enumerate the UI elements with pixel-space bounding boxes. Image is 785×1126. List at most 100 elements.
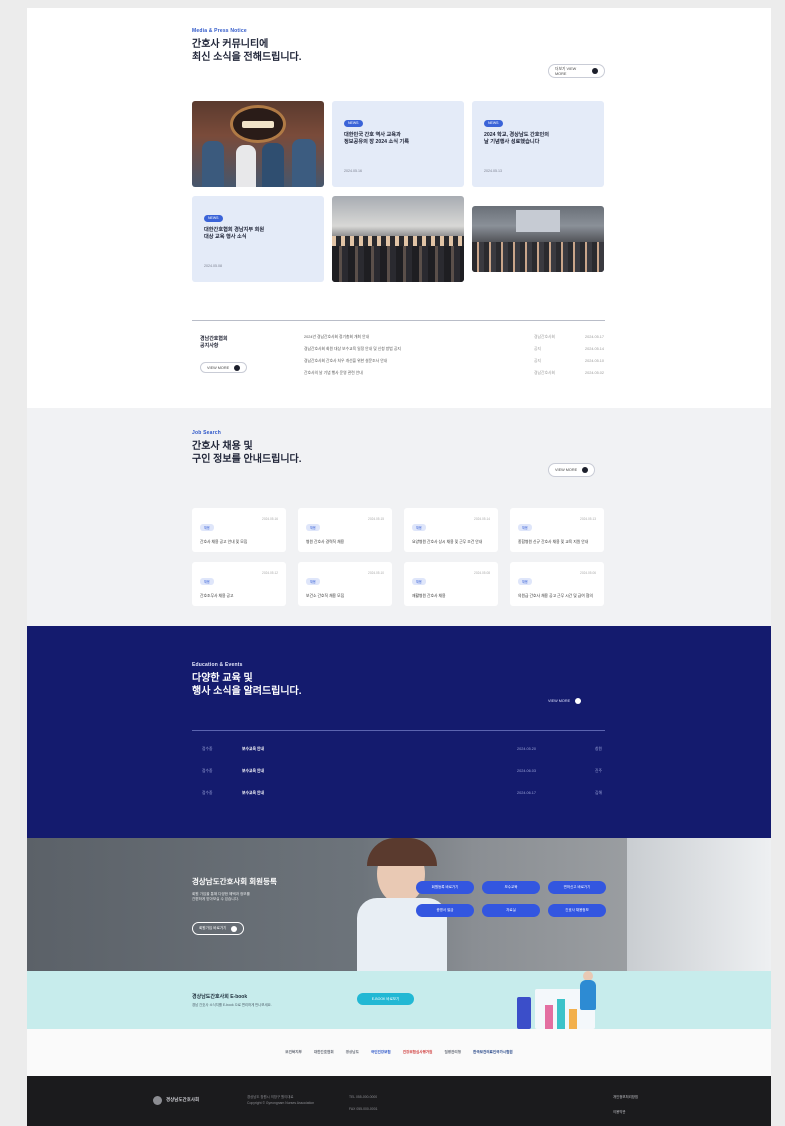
ebook-button[interactable]: E-BOOK 바로보기	[357, 993, 414, 1005]
event-place: 창원	[595, 746, 602, 751]
news-eyebrow: Media & Press Notice	[192, 28, 247, 34]
job-chip: 채용	[306, 578, 320, 585]
notice-row-date: 2024.05.10	[584, 359, 604, 363]
jobs-title-2: 구인 정보를 안내드립니다.	[192, 454, 302, 465]
news-chip: NEWS	[344, 119, 363, 127]
quick-link-button[interactable]: 면허신고 바로가기	[548, 881, 606, 894]
partner-logo[interactable]: 대한간호협회	[314, 1050, 334, 1055]
partner-logo[interactable]: 경상남도	[346, 1050, 359, 1055]
quick-link-button[interactable]: 자료실	[482, 904, 540, 917]
footer-link-privacy[interactable]: 개인정보처리방침	[613, 1095, 638, 1100]
events-more-button[interactable]: VIEW MORE	[548, 698, 582, 704]
notice-more-button[interactable]: VIEW MORE	[200, 362, 248, 373]
news-more-button[interactable]: 더보기 VIEW MORE	[548, 64, 605, 78]
job-card[interactable]: 채용 2024.05.15 병원 간호사 경력직 채용	[298, 508, 392, 552]
arrow-icon	[582, 467, 589, 473]
event-row[interactable]: 접수중 보수교육 안내 2024.06.17 김해	[202, 788, 602, 798]
job-date: 2024.05.12	[262, 571, 278, 575]
book-illustration	[517, 997, 531, 1029]
member-hero: 경상남도간호사회 회원등록 회원 가입을 통해 다양한 혜택과 정보를 간편하게…	[27, 838, 771, 971]
notice-row-date: 2024.05.14	[584, 347, 604, 351]
notice-row[interactable]: 경남간호사회 간호사 처우 개선을 위한 설문조사 안내 공지 2024.05.10	[304, 356, 604, 366]
partner-logo[interactable]: 질병관리청	[445, 1050, 462, 1055]
logo-icon	[153, 1096, 162, 1105]
event-row[interactable]: 접수중 보수교육 안내 2024.06.03 진주	[202, 766, 602, 776]
event-title: 보수교육 안내	[242, 768, 265, 773]
event-title: 보수교육 안내	[242, 790, 265, 795]
job-date: 2024.05.13	[580, 517, 596, 521]
job-chip: 채용	[412, 578, 426, 585]
quick-link-button[interactable]: 보수교육	[482, 881, 540, 894]
job-chip: 채용	[200, 578, 214, 585]
quick-link-button[interactable]: 회원등록 바로가기	[416, 881, 474, 894]
job-date: 2024.05.15	[368, 517, 384, 521]
job-title: 간호사 채용 공고 안내 및 모집	[200, 540, 248, 544]
partner-logo[interactable]: 한국보건의료인국가시험원	[473, 1050, 513, 1055]
footer-logo-text: 경상남도간호사회	[166, 1097, 200, 1102]
hero-cta-button[interactable]: 회원가입 바로가기	[192, 922, 245, 935]
job-chip: 채용	[518, 524, 532, 531]
news-card[interactable]: NEWS 2024 학교, 경상남도 간호인의 날 기념행사 성료했습니다 20…	[472, 101, 604, 187]
job-card[interactable]: 채용 2024.05.16 간호사 채용 공고 안내 및 모집	[192, 508, 286, 552]
job-card[interactable]: 채용 2024.05.06 의원급 간호사 채용 공고 근무 시간 및 급여 협의	[510, 562, 604, 606]
ebook-title: 경상남도간호사회 E-book	[192, 994, 248, 1000]
footer-fax: FAX 055-000-0001	[349, 1107, 378, 1111]
news-card[interactable]: NEWS 대한간호협회 경남지부 회원 대상 교육 행사 소식 2024.05.…	[192, 196, 324, 282]
partner-logo[interactable]: 건강보험심사평가원	[403, 1050, 433, 1055]
job-card[interactable]: 채용 2024.05.08 재활병원 간호사 채용	[404, 562, 498, 606]
news-photo-group[interactable]	[332, 196, 464, 282]
arrow-icon	[231, 925, 238, 932]
news-chip: NEWS	[484, 119, 503, 127]
news-card-date: 2024.05.13	[484, 169, 502, 173]
events-title-1: 다양한 교육 및	[192, 673, 253, 684]
job-title: 병원 간호사 경력직 채용	[306, 540, 345, 544]
news-photo-ceremony[interactable]	[192, 101, 324, 187]
jobs-more-label: VIEW MORE	[555, 468, 578, 472]
events-section: Education & Events 다양한 교육 및 행사 소식을 알려드립니…	[27, 626, 771, 838]
quick-link-button[interactable]: 간호사 채용정보	[548, 904, 606, 917]
job-card[interactable]: 채용 2024.05.10 보건소 간호직 채용 모집	[298, 562, 392, 606]
news-card-date: 2024.05.08	[204, 264, 222, 268]
partner-logo[interactable]: 보건복지부	[285, 1050, 302, 1055]
notice-row-date: 2024.05.17	[584, 335, 604, 339]
footer-tel: TEL 055-000-0000	[349, 1095, 378, 1099]
news-more-label: 더보기 VIEW MORE	[555, 66, 577, 76]
ebook-banner: 경상남도간호사회 E-book 경남 간호사 소식지를 E-book 으로 편리…	[27, 971, 771, 1029]
job-date: 2024.05.10	[368, 571, 384, 575]
news-section: Media & Press Notice 간호사 커뮤니티에 최신 소식을 전해…	[192, 28, 605, 328]
jobs-eyebrow: Job Search	[192, 430, 221, 436]
news-card[interactable]: NEWS 대한민국 간호 역사 교육과 정보공유의 장 2024 소식 기록 2…	[332, 101, 464, 187]
jobs-more-button[interactable]: VIEW MORE	[548, 463, 596, 477]
notice-row-cat: 공지	[534, 346, 541, 351]
job-title: 보건소 간호직 채용 모집	[306, 594, 345, 598]
footer-address: 경상남도 창원시 의창구 원이대로	[247, 1095, 294, 1099]
notice-row-cat: 경남간호사회	[534, 370, 555, 375]
job-card[interactable]: 채용 2024.05.13 종합병원 신규 간호사 채용 및 교육 지원 안내	[510, 508, 604, 552]
job-chip: 채용	[200, 524, 214, 531]
notice-row-title: 경남간호사회 간호사 처우 개선을 위한 설문조사 안내	[304, 358, 388, 363]
footer-copyright: Copyright © Gyeongnam Nurses Association	[247, 1101, 315, 1105]
notice-title-2: 공지사항	[200, 343, 219, 349]
news-title-1: 간호사 커뮤니티에	[192, 39, 269, 50]
arrow-icon	[592, 68, 598, 74]
quick-link-button[interactable]: 증명서 발급	[416, 904, 474, 917]
partner-logo[interactable]: 국민건강보험	[371, 1050, 391, 1055]
events-title-2: 행사 소식을 알려드립니다.	[192, 686, 302, 697]
notice-row[interactable]: 2024년 경남간호사회 정기총회 개최 안내 경남간호사회 2024.05.17	[304, 332, 604, 342]
news-title-2: 최신 소식을 전해드립니다.	[192, 52, 302, 63]
notice-row[interactable]: 경남간호사회 회원 대상 보수교육 일정 안내 및 신청 방법 공지 공지 2024…	[304, 344, 604, 354]
job-chip: 채용	[412, 524, 426, 531]
doctor-photo	[627, 838, 771, 971]
event-row[interactable]: 접수중 보수교육 안내 2024.05.20 창원	[202, 744, 602, 754]
footer-link-terms[interactable]: 이용약관	[613, 1110, 625, 1115]
event-place: 김해	[595, 790, 602, 795]
event-title: 보수교육 안내	[242, 746, 265, 751]
arrow-icon	[575, 698, 582, 704]
job-card[interactable]: 채용 2024.05.14 요양병원 간호사 상시 채용 및 근무 조건 안내	[404, 508, 498, 552]
event-date: 2024.06.03	[517, 769, 537, 773]
news-card-title: 대한간호협회 경남지부 회원 대상 교육 행사 소식	[204, 226, 265, 241]
news-photo-auditorium[interactable]	[472, 206, 604, 272]
job-card[interactable]: 채용 2024.05.12 간호조무사 채용 공고	[192, 562, 286, 606]
notice-row-title: 경남간호사회 회원 대상 보수교육 일정 안내 및 신청 방법 공지	[304, 346, 401, 351]
notice-row[interactable]: 간호사의 날 기념 행사 운영 관련 안내 경남간호사회 2024.05.02	[304, 368, 604, 378]
